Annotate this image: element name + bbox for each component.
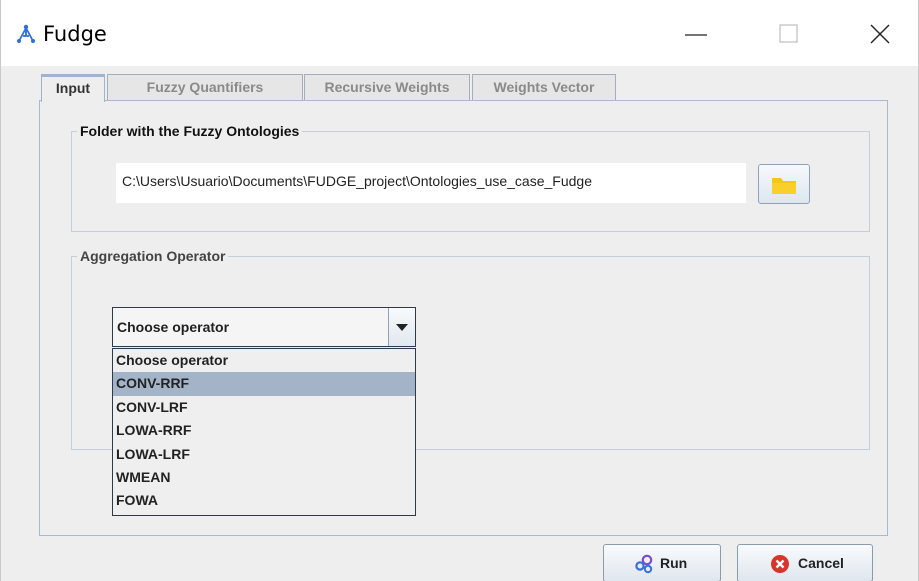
chevron-down-icon[interactable] — [388, 308, 415, 346]
folder-icon — [772, 178, 796, 194]
aggregation-group-title: Aggregation Operator — [77, 248, 229, 264]
tab-fuzzy-quantifiers[interactable]: Fuzzy Quantifiers — [107, 74, 303, 100]
cancel-button-label: Cancel — [798, 555, 844, 571]
fudge-logo-icon — [17, 24, 35, 43]
option-conv-lrf[interactable]: CONV-LRF — [113, 396, 415, 419]
app-window: Fudge Input Fuzzy Quantifiers Recursive … — [0, 0, 919, 581]
close-icon — [870, 24, 890, 44]
option-lowa-rrf[interactable]: LOWA-RRF — [113, 419, 415, 442]
run-button[interactable]: Run — [603, 544, 721, 581]
tab-input[interactable]: Input — [41, 74, 105, 102]
folder-group: Folder with the Fuzzy Ontologies C:\User… — [71, 123, 870, 232]
run-button-label: Run — [660, 555, 688, 571]
operator-dropdown-list: Choose operator CONV-RRF CONV-LRF LOWA-R… — [112, 348, 416, 516]
title-bar: Fudge — [1, 0, 918, 66]
cancel-button[interactable]: Cancel — [737, 544, 873, 581]
option-choose-operator[interactable]: Choose operator — [113, 349, 415, 372]
tab-weights-vector[interactable]: Weights Vector — [472, 74, 616, 100]
operator-selected-value: Choose operator — [117, 319, 230, 335]
minimize-button[interactable] — [673, 14, 719, 54]
folder-group-title: Folder with the Fuzzy Ontologies — [77, 123, 303, 139]
close-button[interactable] — [857, 14, 903, 54]
cancel-icon — [771, 555, 789, 573]
browse-folder-button[interactable] — [758, 164, 810, 204]
maximize-icon — [779, 24, 798, 43]
gears-icon — [635, 554, 653, 574]
minimize-icon — [685, 34, 707, 36]
window-title: Fudge — [43, 22, 107, 46]
operator-combo-box[interactable]: Choose operator — [112, 307, 416, 347]
maximize-button[interactable] — [765, 14, 811, 54]
option-lowa-lrf[interactable]: LOWA-LRF — [113, 443, 415, 466]
tab-recursive-weights[interactable]: Recursive Weights — [304, 74, 470, 100]
folder-path-field[interactable]: C:\Users\Usuario\Documents\FUDGE_project… — [116, 163, 746, 203]
option-wmean[interactable]: WMEAN — [113, 466, 415, 489]
option-conv-rrf[interactable]: CONV-RRF — [113, 372, 415, 396]
option-fowa[interactable]: FOWA — [113, 489, 415, 512]
